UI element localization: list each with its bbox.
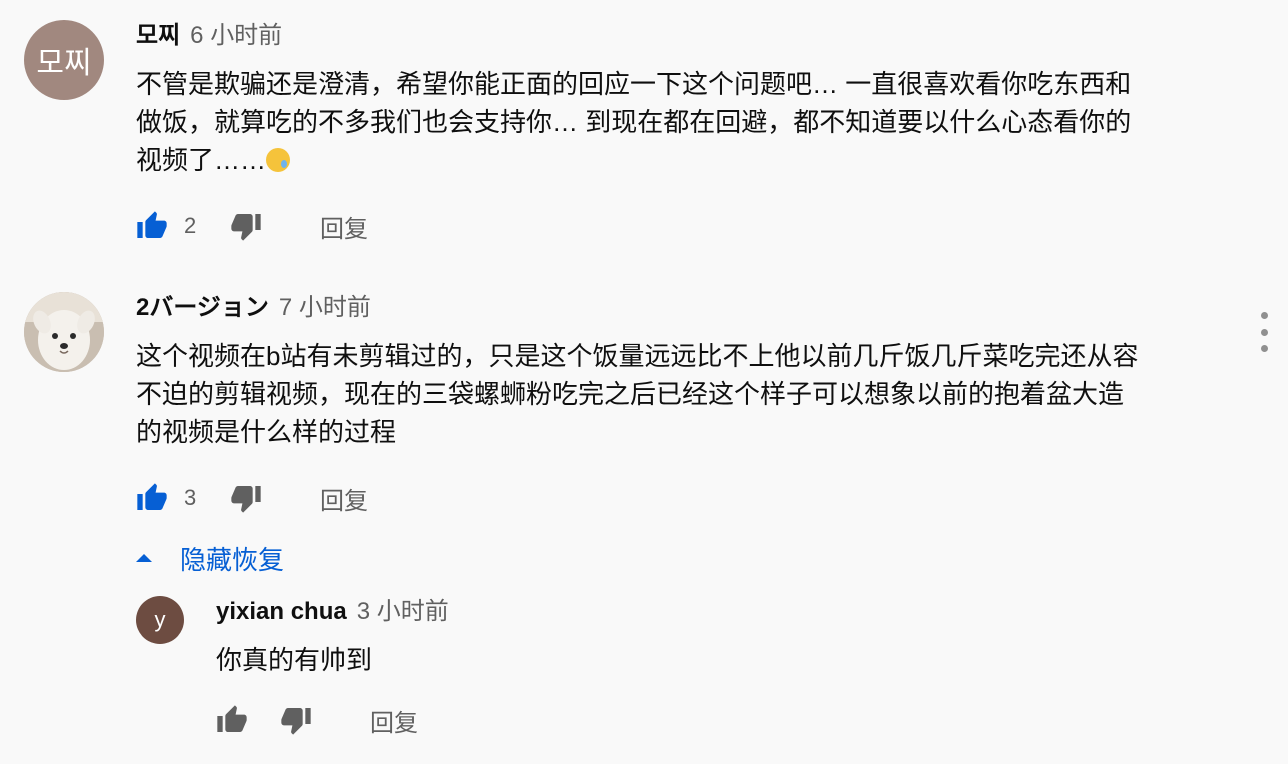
comment-text: 不管是欺骗还是澄清，希望你能正面的回应一下这个问题吧… 一直很喜欢看你吃东西和 … bbox=[136, 65, 1131, 179]
reply-author[interactable]: yixian chua bbox=[216, 598, 347, 625]
comment-time[interactable]: 7 小时前 bbox=[279, 294, 371, 321]
comment-toolbar: 2 回复 bbox=[136, 208, 436, 244]
comment-text: 这个视频在b站有未剪辑过的，只是这个饭量远远比不上他以前几斤饭几斤菜吃完还从容 … bbox=[136, 337, 1138, 451]
reply-header: yixian chua 3 小时前 bbox=[216, 596, 449, 628]
thumbs-down-icon bbox=[231, 214, 261, 241]
thumbs-down-icon bbox=[281, 708, 311, 735]
like-button[interactable] bbox=[136, 208, 168, 244]
crying-face-emoji bbox=[266, 148, 291, 172]
comment-text-line: 的视频是什么样的过程 bbox=[136, 417, 397, 447]
avatar[interactable]: 모찌 bbox=[24, 20, 104, 100]
comment-text-line: 做饭，就算吃的不多我们也会支持你… 到现在都在回避，都不知道要以什么心态看你的 bbox=[136, 107, 1132, 137]
thumbs-up-icon bbox=[137, 483, 167, 510]
comment-text-line: 这个视频在b站有未剪辑过的，只是这个饭量远远比不上他以前几斤饭几斤菜吃完还从容 bbox=[136, 341, 1139, 371]
hide-replies-label: 隐藏恢复 bbox=[180, 544, 285, 575]
comment-header: 모찌 6 小时前 bbox=[136, 20, 282, 52]
reply-text-line: 你真的有帅到 bbox=[216, 645, 373, 675]
like-count: 3 bbox=[184, 485, 197, 510]
dislike-button[interactable] bbox=[280, 702, 312, 738]
comment-author[interactable]: 2バージョン bbox=[136, 294, 269, 321]
avatar-initials: 모찌 bbox=[36, 47, 92, 80]
like-button[interactable] bbox=[216, 702, 248, 738]
hide-replies-button[interactable]: 隐藏恢复 bbox=[136, 538, 284, 578]
like-count: 2 bbox=[184, 213, 197, 238]
comment-text-line: 不管是欺骗还是澄清，希望你能正面的回应一下这个问题吧… 一直很喜欢看你吃东西和 bbox=[136, 69, 1132, 99]
dislike-button[interactable] bbox=[230, 480, 262, 516]
thumbs-down-icon bbox=[231, 486, 261, 513]
caret-up-icon bbox=[136, 554, 152, 562]
more-actions-menu-icon[interactable] bbox=[1254, 312, 1274, 352]
dislike-button[interactable] bbox=[230, 208, 262, 244]
comment-text-line: 视频了…… bbox=[136, 141, 1131, 179]
reply-button[interactable]: 回复 bbox=[320, 208, 368, 244]
comment-toolbar: 3 回复 bbox=[136, 480, 436, 516]
avatar[interactable]: y bbox=[136, 596, 184, 644]
comment-text-line: 不迫的剪辑视频，现在的三袋螺蛳粉吃完之后已经这个样子可以想象以前的抱着盆大造 bbox=[136, 379, 1125, 409]
thumbs-up-icon bbox=[217, 705, 247, 732]
reply-time[interactable]: 3 小时前 bbox=[357, 598, 449, 625]
reply-button[interactable]: 回复 bbox=[370, 702, 418, 738]
comment-time[interactable]: 6 小时前 bbox=[190, 22, 282, 49]
comments-section: 모찌 모찌 6 小时前 不管是欺骗还是澄清，希望你能正面的回应一下这个问题吧… 一… bbox=[0, 0, 1288, 764]
reply-text: 你真的有帅到 bbox=[216, 641, 372, 679]
avatar-initials: y bbox=[154, 607, 166, 632]
comment-header: 2バージョン 7 小时前 bbox=[136, 292, 371, 324]
comment-author[interactable]: 모찌 bbox=[136, 22, 180, 49]
thumbs-up-icon bbox=[137, 211, 167, 238]
white-dog-photo bbox=[24, 292, 104, 372]
reply-toolbar: 回复 bbox=[216, 702, 476, 738]
avatar[interactable] bbox=[24, 292, 104, 372]
like-button[interactable] bbox=[136, 480, 168, 516]
reply-button[interactable]: 回复 bbox=[320, 480, 368, 516]
